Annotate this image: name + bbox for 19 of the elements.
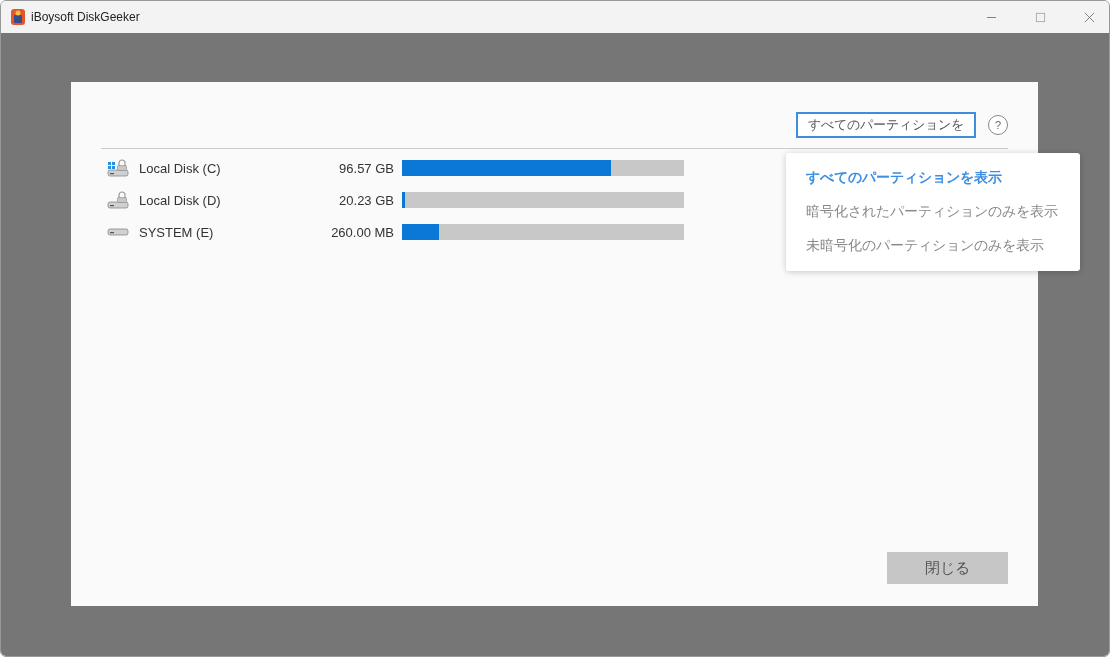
partition-filter-dropdown[interactable]: すべてのパーティションを [796,112,976,138]
help-button[interactable]: ? [988,115,1008,135]
app-logo-icon [11,9,25,25]
window-title: iBoysoft DiskGeeker [31,10,140,24]
close-icon[interactable] [1084,11,1095,23]
menu-option[interactable]: すべてのパーティションを表示 [786,161,1080,195]
partition-name: SYSTEM (E) [139,224,215,240]
partition-name: Local Disk (D) [139,192,222,208]
system-drive-icon [107,159,129,177]
locked-drive-icon [107,191,129,209]
menu-option[interactable]: 暗号化されたパーティションのみを表示 [786,195,1080,229]
partition-size: 20.23 GB [338,192,394,208]
partition-name: Local Disk (C) [139,160,222,176]
partition-size: 260.00 MB [330,224,394,240]
maximize-icon[interactable] [1035,11,1046,23]
drive-icon [107,228,129,236]
close-button[interactable]: 閉じる [887,552,1008,584]
menu-option[interactable]: 未暗号化のパーティションのみを表示 [786,229,1080,263]
partition-size: 96.57 GB [338,160,394,176]
